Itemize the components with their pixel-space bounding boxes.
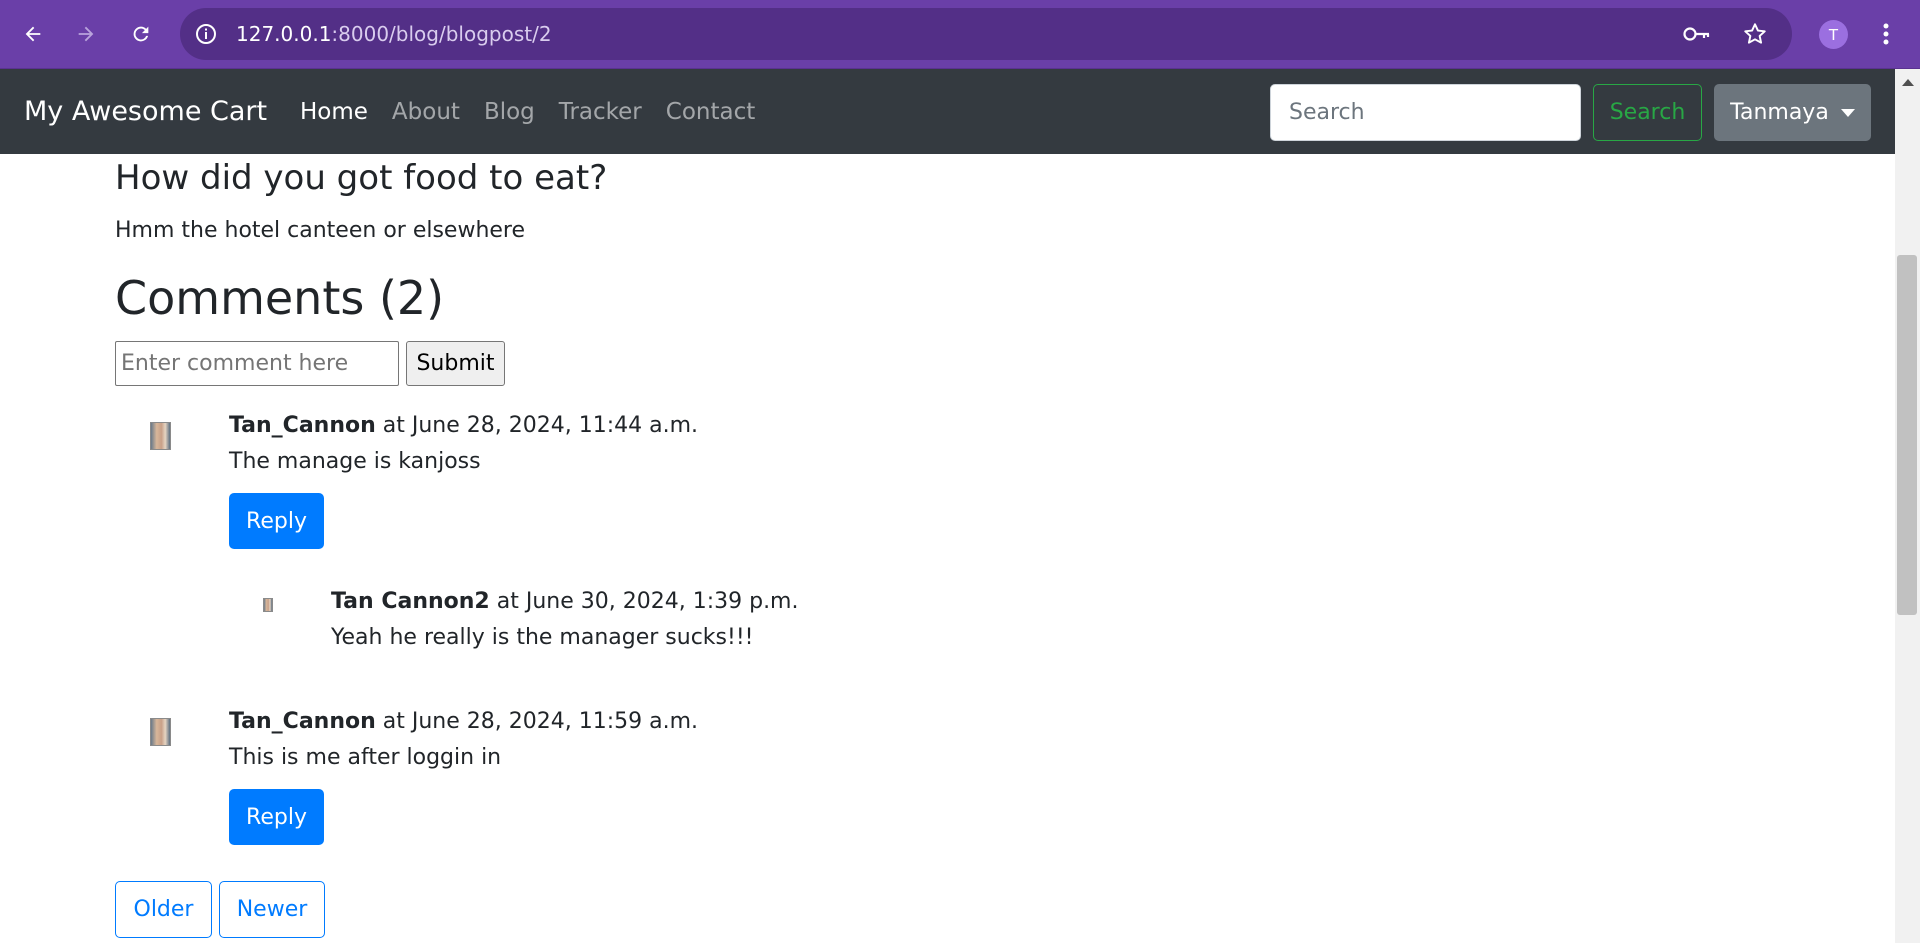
nav-link-home[interactable]: Home: [300, 99, 368, 125]
forward-button[interactable]: [66, 14, 106, 54]
comment-input[interactable]: [115, 341, 399, 386]
user-menu-label: Tanmaya: [1730, 100, 1829, 125]
site-info-icon[interactable]: [194, 22, 218, 46]
comment-author-line: Tan_Cannon at June 28, 2024, 11:44 a.m.: [229, 413, 698, 438]
scrollbar-thumb[interactable]: [1897, 255, 1917, 615]
arrow-left-icon: [25, 26, 41, 42]
url-text[interactable]: 127.0.0.1:8000/blog/blogpost/2: [236, 8, 552, 60]
comment-avatar: [150, 422, 171, 450]
bookmark-star-icon[interactable]: [1742, 21, 1768, 47]
comment-timestamp: at June 28, 2024, 11:59 a.m.: [375, 709, 699, 734]
blog-post-content: How did you got food to eat? Hmm the hot…: [115, 154, 1875, 943]
older-button[interactable]: Older: [115, 881, 212, 938]
caret-down-icon: [1840, 108, 1855, 117]
comment-author: Tan_Cannon: [229, 413, 376, 438]
browser-toolbar: 127.0.0.1:8000/blog/blogpost/2 T: [0, 0, 1920, 69]
comment-text: This is me after loggin in: [229, 745, 502, 770]
reply-button[interactable]: Reply: [229, 493, 324, 549]
nav-link-about[interactable]: About: [392, 99, 460, 125]
comment-timestamp: at June 28, 2024, 11:44 a.m.: [375, 413, 699, 438]
site-navbar: My Awesome Cart Home About Blog Tracker …: [0, 69, 1895, 154]
address-bar[interactable]: 127.0.0.1:8000/blog/blogpost/2: [180, 8, 1792, 60]
reload-button[interactable]: [121, 14, 161, 54]
reply-timestamp: at June 30, 2024, 1:39 p.m.: [489, 589, 799, 614]
arrow-right-icon: [78, 26, 94, 42]
reply-text: Yeah he really is the manager sucks!!!: [331, 625, 754, 650]
comment-avatar: [150, 718, 171, 746]
comment-author-line: Tan_Cannon at June 28, 2024, 11:59 a.m.: [229, 709, 698, 734]
reply-avatar: [263, 598, 273, 612]
post-heading: How did you got food to eat?: [115, 158, 608, 198]
comment-text: The manage is kanjoss: [229, 449, 481, 474]
nav-links: Home About Blog Tracker Contact: [300, 69, 779, 154]
url-host: 127.0.0.1: [236, 22, 332, 46]
reply-button[interactable]: Reply: [229, 789, 324, 845]
nav-link-tracker[interactable]: Tracker: [559, 99, 642, 125]
comments-heading: Comments (2): [115, 271, 445, 325]
search-input[interactable]: [1270, 84, 1581, 141]
reply-author-line: Tan Cannon2 at June 30, 2024, 1:39 p.m.: [331, 589, 798, 614]
nav-link-contact[interactable]: Contact: [666, 99, 755, 125]
back-button[interactable]: [13, 14, 53, 54]
user-menu-button[interactable]: Tanmaya: [1714, 84, 1871, 141]
profile-avatar[interactable]: T: [1819, 20, 1848, 49]
password-key-icon[interactable]: [1682, 22, 1712, 46]
scroll-up-arrow-icon[interactable]: [1902, 79, 1914, 86]
reload-icon: [133, 26, 149, 42]
nav-link-blog[interactable]: Blog: [484, 99, 535, 125]
newer-button[interactable]: Newer: [219, 881, 325, 938]
post-body: Hmm the hotel canteen or elsewhere: [115, 218, 526, 243]
submit-comment-button[interactable]: Submit: [406, 341, 505, 386]
more-menu-icon[interactable]: [1878, 18, 1894, 50]
comment-author: Tan_Cannon: [229, 709, 376, 734]
search-button[interactable]: Search: [1593, 84, 1702, 141]
reply-author: Tan Cannon2: [331, 589, 490, 614]
url-path: :8000/blog/blogpost/2: [331, 22, 552, 46]
brand-link[interactable]: My Awesome Cart: [24, 69, 267, 154]
